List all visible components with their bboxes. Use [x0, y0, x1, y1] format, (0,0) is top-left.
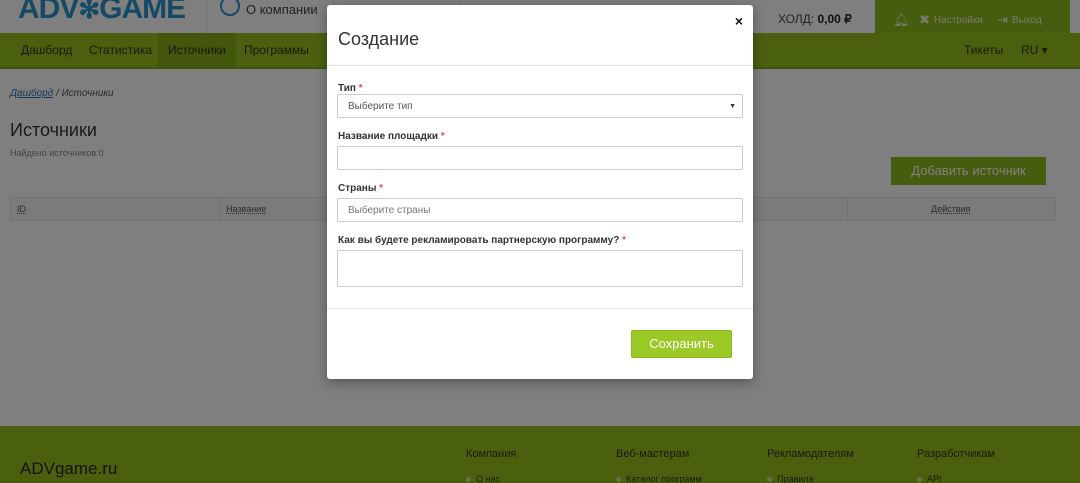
close-icon[interactable]: ×	[735, 13, 743, 29]
save-button[interactable]: Сохранить	[631, 330, 732, 358]
modal-title: Создание	[338, 29, 420, 49]
countries-label-text: Страны	[338, 183, 377, 194]
site-name-input[interactable]	[337, 146, 743, 170]
type-label: Тип *	[338, 83, 363, 94]
promo-textarea[interactable]	[337, 250, 743, 287]
countries-placeholder: Выберите страны	[348, 204, 431, 216]
promo-label: Как вы будете рекламировать партнерскую …	[338, 235, 626, 246]
countries-label: Страны *	[338, 183, 383, 194]
promo-label-text: Как вы будете рекламировать партнерскую …	[338, 235, 620, 246]
site-name-label: Название площадки *	[338, 131, 445, 142]
type-label-text: Тип	[338, 83, 356, 94]
type-select-value: Выберите тип	[348, 100, 413, 112]
required-mark: *	[440, 131, 445, 142]
modal-footer: Сохранить	[327, 308, 753, 379]
required-mark: *	[358, 83, 363, 94]
create-source-modal: Создание × Тип * Выберите тип ▼ Название…	[327, 5, 753, 379]
type-select[interactable]: Выберите тип ▼	[337, 94, 743, 118]
chevron-down-icon: ▼	[729, 103, 736, 110]
modal-header: Создание ×	[327, 5, 753, 66]
countries-select[interactable]: Выберите страны	[337, 198, 743, 222]
site-name-label-text: Название площадки	[338, 131, 438, 142]
required-mark: *	[379, 183, 384, 194]
required-mark: *	[622, 235, 627, 246]
